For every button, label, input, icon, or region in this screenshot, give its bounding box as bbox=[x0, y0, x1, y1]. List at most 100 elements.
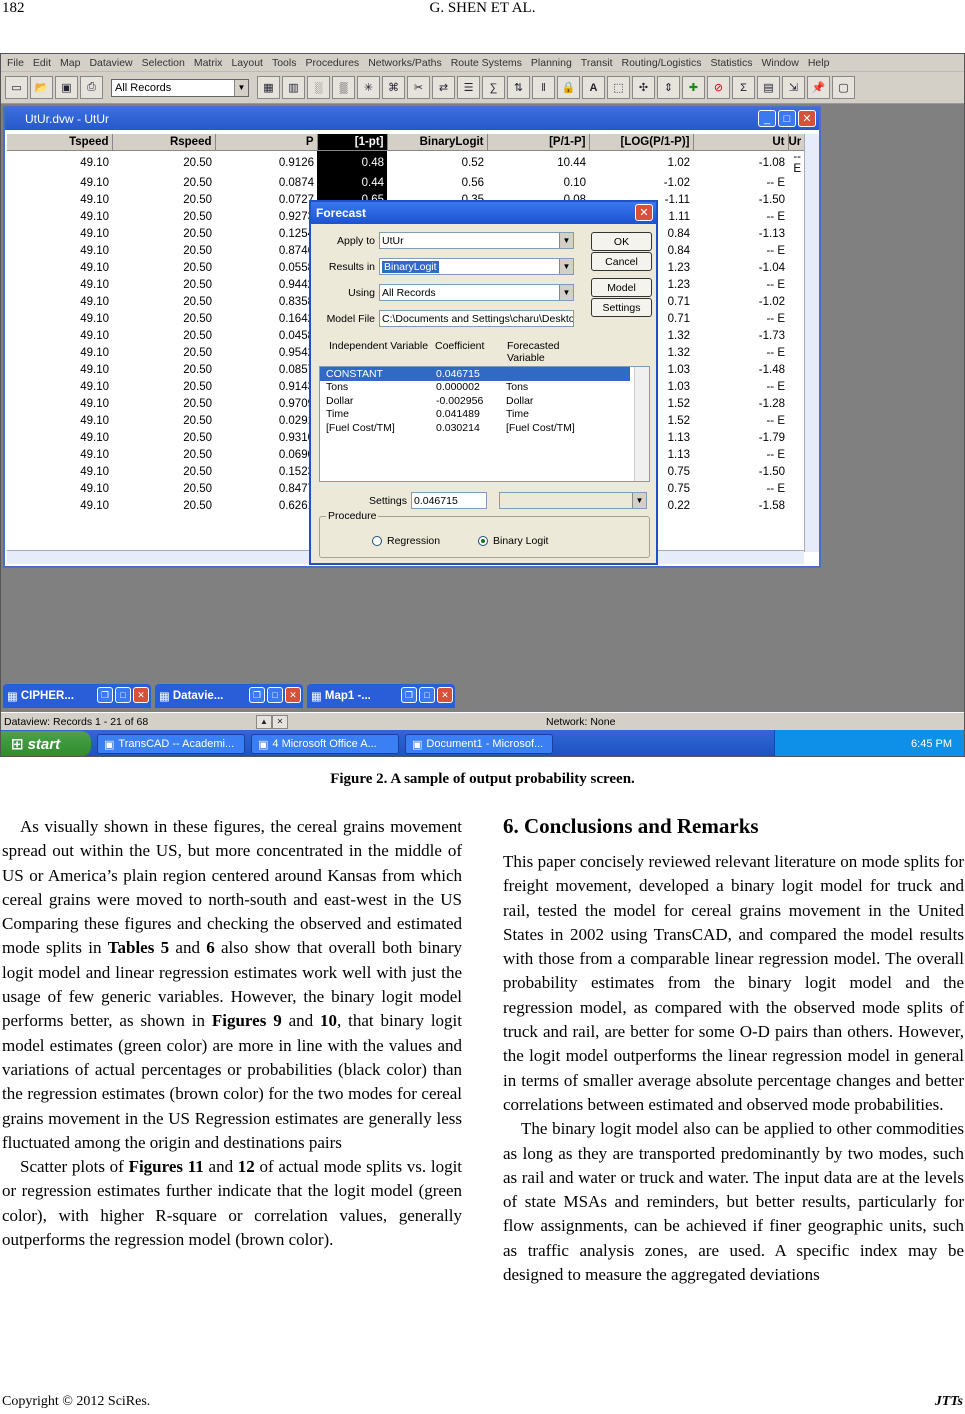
layout-icon[interactable]: ▢ bbox=[832, 76, 855, 99]
list-item[interactable]: Tons 0.000002 Tons bbox=[320, 381, 649, 395]
close-icon[interactable]: ✕ bbox=[285, 687, 301, 703]
menu-item[interactable]: Map bbox=[60, 57, 80, 69]
table-cell[interactable]: 49.10 bbox=[7, 396, 112, 413]
restore-icon[interactable]: ❐ bbox=[401, 687, 417, 703]
minimized-window[interactable]: ▦ CIPHER... ❐ □ ✕ bbox=[3, 684, 151, 708]
restore-icon[interactable]: ❐ bbox=[97, 687, 113, 703]
results-in-select[interactable]: BinaryLogit ▼ bbox=[379, 258, 574, 275]
table-cell[interactable]: 0.0874 bbox=[215, 175, 317, 192]
records-select[interactable]: All Records ▼ bbox=[111, 78, 249, 97]
table-cell[interactable] bbox=[788, 447, 804, 464]
table-cell[interactable]: -1.58 bbox=[693, 498, 788, 515]
table-cell[interactable]: 20.50 bbox=[112, 192, 215, 209]
table-cell[interactable]: 20.50 bbox=[112, 345, 215, 362]
table-cell[interactable]: 20.50 bbox=[112, 362, 215, 379]
settings-select[interactable]: ▼ bbox=[499, 492, 647, 509]
regression-radio[interactable]: Regression bbox=[372, 535, 440, 547]
table-cell[interactable]: 1.02 bbox=[589, 150, 693, 175]
close-icon[interactable]: ✕ bbox=[133, 687, 149, 703]
settings-field[interactable]: 0.046715 bbox=[411, 492, 487, 509]
table-cell[interactable]: 0.56 bbox=[387, 175, 487, 192]
pin-icon[interactable]: 📌 bbox=[807, 76, 830, 99]
resize-icon[interactable]: ⇕ bbox=[657, 76, 680, 99]
table-cell[interactable]: 20.50 bbox=[112, 294, 215, 311]
table-cell[interactable]: 10.44 bbox=[487, 150, 589, 175]
table-cell[interactable]: 20.50 bbox=[112, 277, 215, 294]
close-icon[interactable]: ✕ bbox=[635, 204, 653, 221]
menu-item[interactable]: Dataview bbox=[89, 57, 132, 69]
close-icon[interactable]: ✕ bbox=[437, 687, 453, 703]
maximize-icon[interactable]: □ bbox=[778, 110, 796, 127]
table-cell[interactable]: -- E bbox=[693, 175, 788, 192]
table-cell[interactable] bbox=[788, 328, 804, 345]
table-cell[interactable]: 0.1254 bbox=[215, 226, 317, 243]
table-cell[interactable] bbox=[788, 226, 804, 243]
table-cell[interactable]: 20.50 bbox=[112, 150, 215, 175]
taskbar-item[interactable]: ▣ Document1 - Microsof... bbox=[405, 734, 553, 754]
table-cell[interactable]: 49.10 bbox=[7, 209, 112, 226]
table-cell[interactable]: 49.10 bbox=[7, 260, 112, 277]
table-cell[interactable] bbox=[788, 345, 804, 362]
export-icon[interactable]: ⇲ bbox=[782, 76, 805, 99]
list-scrollbar[interactable] bbox=[634, 367, 649, 481]
table-cell[interactable]: 49.10 bbox=[7, 311, 112, 328]
table-cell[interactable]: 20.50 bbox=[112, 209, 215, 226]
menu-item[interactable]: File bbox=[7, 57, 24, 69]
table-cell[interactable]: 0.1642 bbox=[215, 311, 317, 328]
menu-item[interactable]: Procedures bbox=[305, 57, 359, 69]
report-icon[interactable]: ▤ bbox=[757, 76, 780, 99]
menu-item[interactable]: Layout bbox=[231, 57, 263, 69]
table-cell[interactable]: 49.10 bbox=[7, 175, 112, 192]
table-cell[interactable]: -1.50 bbox=[693, 464, 788, 481]
table-cell[interactable]: 0.0690 bbox=[215, 447, 317, 464]
table-cell[interactable] bbox=[788, 396, 804, 413]
menu-item[interactable]: Selection bbox=[142, 57, 185, 69]
binary-logit-radio[interactable]: Binary Logit bbox=[478, 535, 548, 547]
formula-icon[interactable]: ∑ bbox=[482, 76, 505, 99]
list-item[interactable]: [Fuel Cost/TM] 0.030214 [Fuel Cost/TM] bbox=[320, 421, 649, 435]
list-icon[interactable]: ☰ bbox=[457, 76, 480, 99]
table-cell[interactable]: 49.10 bbox=[7, 379, 112, 396]
table-cell[interactable]: 49.10 bbox=[7, 430, 112, 447]
column-header[interactable]: BinaryLogit bbox=[387, 134, 488, 151]
model-button[interactable]: Model bbox=[591, 278, 652, 297]
table-cell[interactable]: -- E bbox=[693, 243, 788, 260]
maximize-icon[interactable]: □ bbox=[267, 687, 283, 703]
column-header[interactable]: [LOG(P/1-P)] bbox=[589, 134, 694, 151]
table-cell[interactable]: 49.10 bbox=[7, 362, 112, 379]
table-cell[interactable]: 20.50 bbox=[112, 498, 215, 515]
table-cell[interactable]: -- E bbox=[693, 345, 788, 362]
maximize-icon[interactable]: □ bbox=[115, 687, 131, 703]
table-cell[interactable]: -1.48 bbox=[693, 362, 788, 379]
table-row[interactable]: 49.10 20.50 0.9126 0.48 0.52 10.44 1.02 -1.08 --… bbox=[7, 150, 804, 175]
table-cell[interactable]: 0.9542 bbox=[215, 345, 317, 362]
table-cell[interactable]: -1.02 bbox=[589, 175, 693, 192]
sort-icon[interactable]: ⇅ bbox=[507, 76, 530, 99]
ok-button[interactable]: OK bbox=[591, 232, 652, 251]
table-cell[interactable]: 49.10 bbox=[7, 345, 112, 362]
table-cell[interactable] bbox=[788, 260, 804, 277]
table-cell[interactable]: -1.28 bbox=[693, 396, 788, 413]
table-cell[interactable] bbox=[788, 175, 804, 192]
table-cell[interactable]: 20.50 bbox=[112, 464, 215, 481]
table-cell[interactable]: 0.9143 bbox=[215, 379, 317, 396]
vertical-scrollbar[interactable] bbox=[804, 134, 819, 552]
table-cell[interactable]: 0.0291 bbox=[215, 413, 317, 430]
table-cell[interactable]: 49.10 bbox=[7, 294, 112, 311]
table-cell[interactable]: 0.48 bbox=[317, 150, 387, 175]
start-button[interactable]: ⊞ start bbox=[1, 731, 91, 756]
column-header[interactable]: P bbox=[215, 134, 318, 151]
table-cell[interactable]: 49.10 bbox=[7, 498, 112, 515]
table-cell[interactable]: -- E bbox=[693, 447, 788, 464]
table-cell[interactable]: 49.10 bbox=[7, 226, 112, 243]
list-item[interactable]: CONSTANT 0.046715 bbox=[320, 367, 630, 381]
table-cell[interactable]: -1.50 bbox=[693, 192, 788, 209]
table-cell[interactable]: 0.9310 bbox=[215, 430, 317, 447]
table-cell[interactable] bbox=[788, 464, 804, 481]
column-header[interactable]: Ut bbox=[693, 134, 789, 151]
table-cell[interactable]: 0.0558 bbox=[215, 260, 317, 277]
column-header[interactable]: [1-pt] bbox=[317, 134, 388, 151]
select-icon[interactable]: ⬚ bbox=[607, 76, 630, 99]
table-cell[interactable]: 20.50 bbox=[112, 447, 215, 464]
table-cell[interactable]: 20.50 bbox=[112, 175, 215, 192]
